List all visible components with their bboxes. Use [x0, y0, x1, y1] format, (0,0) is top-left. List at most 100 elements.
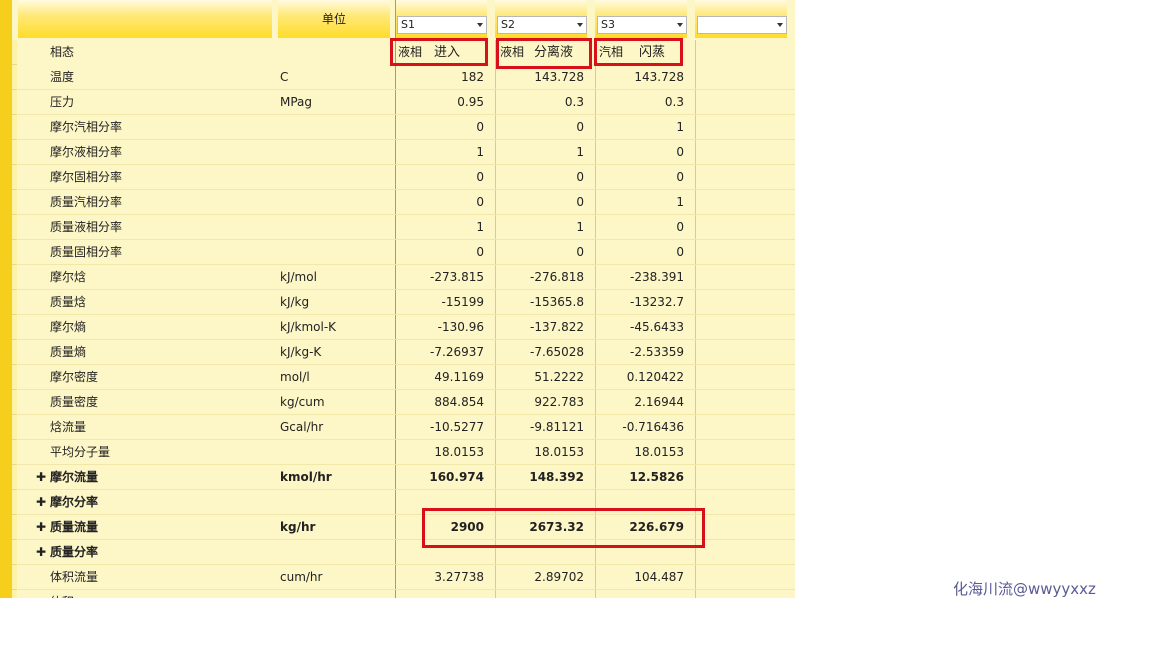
row-selector[interactable]	[12, 390, 17, 415]
row-unit: kmol/hr	[280, 470, 332, 484]
chevron-down-icon[interactable]	[677, 23, 683, 27]
row-label: 质量分率	[50, 545, 99, 559]
table-row: 质量汽相分率 0 0 1	[18, 190, 795, 215]
highlight-box-mass-flow	[422, 508, 705, 548]
unit-column-header: 单位	[278, 0, 390, 38]
row-selector[interactable]	[12, 65, 17, 90]
value-s1: 49.1169	[434, 370, 484, 384]
row-selector[interactable]	[12, 565, 17, 590]
value-s3: 18.0153	[634, 445, 684, 459]
row-selector[interactable]	[12, 40, 17, 65]
row-selector[interactable]	[12, 365, 17, 390]
row-selector[interactable]	[12, 165, 17, 190]
row-unit: C	[280, 70, 289, 84]
table-row: 质量熵 kJ/kg-K -7.26937 -7.65028 -2.53359	[18, 340, 795, 365]
row-selector[interactable]	[12, 340, 17, 365]
row-selector[interactable]	[12, 290, 17, 315]
row-label: 摩尔分率	[50, 495, 99, 509]
expand-plus-icon[interactable]: ✚	[36, 490, 46, 515]
stream-select-value: S3	[601, 18, 615, 31]
table-row: 摩尔汽相分率 0 0 1	[18, 115, 795, 140]
row-label: 质量密度	[50, 395, 99, 409]
row-label: 摩尔流量	[50, 470, 99, 484]
value-s3: -0.716436	[622, 420, 684, 434]
row-selector[interactable]	[12, 240, 17, 265]
highlight-box-s1-phase	[390, 38, 488, 66]
table-row: 质量密度 kg/cum 884.854 922.783 2.16944	[18, 390, 795, 415]
value-s2: 1	[576, 220, 584, 234]
value-s2: -15365.8	[530, 295, 584, 309]
expand-plus-icon[interactable]: ✚	[36, 515, 46, 540]
row-unit: kg/hr	[280, 520, 316, 534]
value-s1: 0	[476, 170, 484, 184]
value-s1: -273.815	[430, 270, 484, 284]
row-selector[interactable]	[12, 515, 17, 540]
row-label: 摩尔密度	[50, 370, 99, 384]
row-selector[interactable]	[12, 90, 17, 115]
value-s2: 2.89702	[534, 570, 584, 584]
stream-select-empty[interactable]	[697, 16, 787, 34]
value-s1: 160.974	[429, 470, 484, 484]
row-unit: mol/l	[280, 370, 310, 384]
value-s2: 0	[576, 245, 584, 259]
row-selector[interactable]	[12, 190, 17, 215]
row-selector[interactable]	[12, 465, 17, 490]
row-unit: cum/hr	[280, 570, 323, 584]
row-unit: kJ/kg	[280, 295, 310, 309]
expand-plus-icon[interactable]: ✚	[36, 540, 46, 565]
stream-column-header-1: S1	[395, 0, 487, 38]
row-selector[interactable]	[12, 540, 17, 565]
row-label: 体积流量	[50, 570, 99, 584]
stream-select-s2[interactable]: S2	[497, 16, 587, 34]
row-unit: Gcal/hr	[280, 420, 324, 434]
value-s2: 18.0153	[534, 445, 584, 459]
row-label: 摩尔熵	[50, 320, 87, 334]
expand-plus-icon[interactable]: ✚	[36, 465, 46, 490]
value-s3: 0	[676, 220, 684, 234]
value-s3: 1	[676, 195, 684, 209]
row-selector[interactable]	[12, 265, 17, 290]
table-row: 温度 C 182 143.728 143.728	[18, 65, 795, 90]
value-s2: 51.2222	[534, 370, 584, 384]
value-s2: 922.783	[534, 395, 584, 409]
value-s2: 1	[576, 145, 584, 159]
chevron-down-icon[interactable]	[577, 23, 583, 27]
row-selector[interactable]	[12, 115, 17, 140]
row-selector[interactable]	[12, 415, 17, 440]
row-label: 温度	[50, 70, 75, 84]
value-s2	[500, 590, 584, 598]
row-selector[interactable]	[12, 490, 17, 515]
row-selector[interactable]	[12, 140, 17, 165]
row-selector[interactable]	[12, 315, 17, 340]
row-label: 摩尔汽相分率	[50, 120, 123, 134]
row-label: 质量流量	[50, 520, 99, 534]
table-row: 摩尔固相分率 0 0 0	[18, 165, 795, 190]
row-unit: kJ/kg-K	[280, 345, 322, 359]
value-s2: 0	[576, 120, 584, 134]
row-selector[interactable]	[12, 590, 17, 598]
row-header-bar	[0, 0, 12, 598]
row-selector[interactable]	[12, 440, 17, 465]
stream-select-s1[interactable]: S1	[397, 16, 487, 34]
value-s2: -9.81121	[530, 420, 584, 434]
stream-select-s3[interactable]: S3	[597, 16, 687, 34]
row-label: 质量熵	[50, 345, 87, 359]
chevron-down-icon[interactable]	[777, 23, 783, 27]
value-s1: -10.5277	[430, 420, 484, 434]
table-row: 焓流量 Gcal/hr -10.5277 -9.81121 -0.716436	[18, 415, 795, 440]
value-s1: 884.854	[434, 395, 484, 409]
value-s3: -2.53359	[630, 345, 684, 359]
value-s3: -13232.7	[630, 295, 684, 309]
table-row: 质量固相分率 0 0 0	[18, 240, 795, 265]
row-selector[interactable]	[12, 215, 17, 240]
table-row: 体积	[18, 590, 795, 598]
value-s1: 0.95	[457, 95, 484, 109]
table-row: 摩尔液相分率 1 1 0	[18, 140, 795, 165]
chevron-down-icon[interactable]	[477, 23, 483, 27]
value-s1: 1	[476, 145, 484, 159]
value-s3: 104.487	[634, 570, 684, 584]
table-row: 摩尔熵 kJ/kmol-K -130.96 -137.822 -45.6433	[18, 315, 795, 340]
row-label: 平均分子量	[50, 445, 111, 459]
row-label: 压力	[50, 95, 75, 109]
value-s1: 1	[476, 220, 484, 234]
